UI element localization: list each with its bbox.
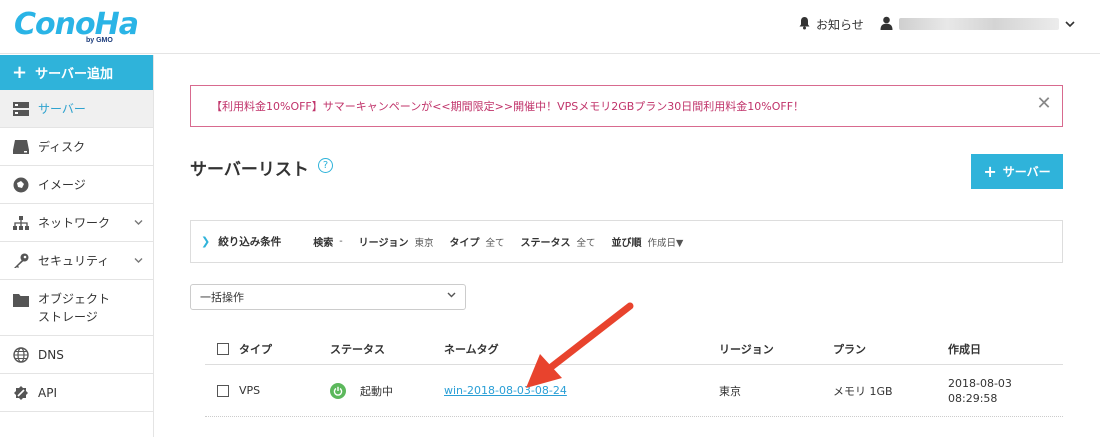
sidebar-item-label: DNS	[38, 347, 64, 362]
column-created[interactable]: 作成日	[948, 333, 981, 364]
column-status[interactable]: ステータス	[330, 333, 385, 364]
sidebar-item-label: セキュリティ	[38, 254, 110, 268]
filter-region-label: リージョン	[358, 238, 409, 249]
filter-title: 絞り込み条件	[218, 236, 282, 248]
column-plan[interactable]: プラン	[833, 333, 866, 364]
row-checkbox[interactable]	[217, 384, 229, 397]
sidebar-item-label: ディスク	[38, 140, 86, 154]
image-icon	[12, 176, 30, 194]
filter-sort-value: 作成日▼	[647, 237, 684, 249]
user-icon	[880, 16, 893, 33]
add-server-button[interactable]: + サーバー	[971, 154, 1063, 189]
notice-label: お知らせ	[816, 17, 864, 32]
sidebar-item-api[interactable]: API	[0, 374, 153, 412]
filter-type-value: 全て	[485, 237, 505, 249]
filter-region-value: 東京	[414, 237, 434, 249]
column-region[interactable]: リージョン	[719, 333, 774, 364]
sidebar-item-label: ネットワーク	[38, 216, 111, 230]
top-header: ConoHa by GMO お知らせ	[0, 0, 1100, 54]
sidebar-item-image[interactable]: イメージ	[0, 166, 153, 204]
bell-icon	[798, 16, 811, 33]
filter-status-label: ステータス	[520, 238, 571, 249]
row-created-date: 2018-08-03	[948, 376, 1012, 390]
sidebar-add-server-button[interactable]: + サーバー追加	[0, 55, 153, 90]
server-table: タイプ ステータス ネームタグ リージョン プラン 作成日 VPS 起動中 wi…	[205, 333, 1063, 417]
sidebar-item-label-line2: ストレージ	[38, 309, 98, 324]
campaign-banner-text: 【利用料金10%OFF】サマーキャンペーンが<<期間限定>>開催中！VPSメモリ…	[211, 100, 805, 113]
sidebar-item-label: イメージ	[38, 178, 86, 192]
folder-icon	[12, 291, 30, 309]
user-menu[interactable]	[880, 13, 1075, 35]
filter-search-value: -	[339, 236, 343, 247]
chevron-down-icon	[447, 290, 456, 301]
sidebar: + サーバー追加 サーバー ディスク イメージ ネットワーク セキュリティ オブ…	[0, 55, 154, 437]
row-region: 東京	[719, 384, 741, 398]
sidebar-item-server[interactable]: サーバー	[0, 90, 153, 128]
key-icon	[12, 252, 30, 270]
bulk-action-label: 一括操作	[200, 291, 244, 304]
row-plan: メモリ 1GB	[833, 384, 893, 398]
sidebar-item-label-line1: オブジェクト	[38, 291, 111, 306]
power-icon	[330, 382, 346, 399]
disk-icon	[12, 138, 30, 156]
add-server-label: サーバー	[1002, 165, 1051, 179]
sidebar-item-label: サーバー	[38, 102, 86, 116]
campaign-banner: 【利用料金10%OFF】サマーキャンペーンが<<期間限定>>開催中！VPSメモリ…	[190, 85, 1063, 127]
table-row[interactable]: VPS 起動中 win-2018-08-03-08-24 東京 メモリ 1GB …	[205, 365, 1063, 417]
help-icon[interactable]: ?	[318, 158, 333, 173]
row-checkbox-cell	[217, 365, 229, 416]
filter-type-label: タイプ	[449, 238, 480, 249]
chevron-down-icon	[1065, 17, 1075, 31]
filter-sort-label: 並び順	[611, 238, 642, 249]
notice-button[interactable]: お知らせ	[798, 14, 864, 34]
row-status-label: 起動中	[360, 384, 393, 398]
server-icon	[12, 100, 30, 118]
network-icon	[12, 214, 30, 232]
chevron-down-icon	[134, 217, 143, 228]
logo-sub-text: by GMO	[86, 37, 113, 44]
logo-text: ConoHa	[14, 7, 139, 42]
sidebar-item-disk[interactable]: ディスク	[0, 128, 153, 166]
sidebar-item-security[interactable]: セキュリティ	[0, 242, 153, 280]
filter-status-value: 全て	[576, 237, 596, 249]
column-nametag[interactable]: ネームタグ	[444, 333, 499, 364]
select-all-checkbox[interactable]	[217, 333, 229, 364]
row-nametag: win-2018-08-03-08-24	[444, 365, 567, 416]
close-icon[interactable]: ✕	[1035, 95, 1053, 113]
sidebar-item-network[interactable]: ネットワーク	[0, 204, 153, 242]
sidebar-item-label: API	[38, 385, 57, 400]
column-type[interactable]: タイプ	[239, 333, 272, 364]
conoha-logo[interactable]: ConoHa by GMO	[14, 7, 139, 47]
sidebar-item-label: オブジェクト ストレージ	[38, 290, 110, 326]
api-icon	[12, 384, 30, 402]
row-type: VPS	[239, 384, 261, 397]
globe-icon	[12, 346, 30, 364]
table-header: タイプ ステータス ネームタグ リージョン プラン 作成日	[205, 333, 1063, 365]
plus-icon: +	[12, 61, 28, 83]
filter-search-label: 検索	[313, 238, 334, 249]
sidebar-item-object-storage[interactable]: オブジェクト ストレージ	[0, 280, 153, 336]
filter-panel[interactable]: ❯ 絞り込み条件 検索 - リージョン 東京 タイプ 全て ステータス 全て 並…	[190, 220, 1063, 263]
user-name-blurred	[899, 18, 1059, 30]
sidebar-add-label: サーバー追加	[35, 67, 113, 82]
row-created: 2018-08-03 08:29:58	[948, 365, 1012, 416]
chevron-down-icon	[134, 255, 143, 266]
page: ConoHa by GMO お知らせ + サーバー追加 サーバー ディスク イメ…	[0, 0, 1100, 437]
row-created-time: 08:29:58	[948, 391, 998, 405]
sidebar-item-dns[interactable]: DNS	[0, 336, 153, 374]
plus-icon: +	[983, 161, 997, 181]
bulk-action-select[interactable]: 一括操作	[190, 284, 466, 310]
chevron-right-icon: ❯	[201, 235, 211, 248]
checkbox[interactable]	[217, 342, 229, 355]
page-title: サーバーリスト	[190, 160, 309, 180]
nametag-link[interactable]: win-2018-08-03-08-24	[444, 384, 567, 397]
row-status: 起動中	[330, 365, 393, 416]
